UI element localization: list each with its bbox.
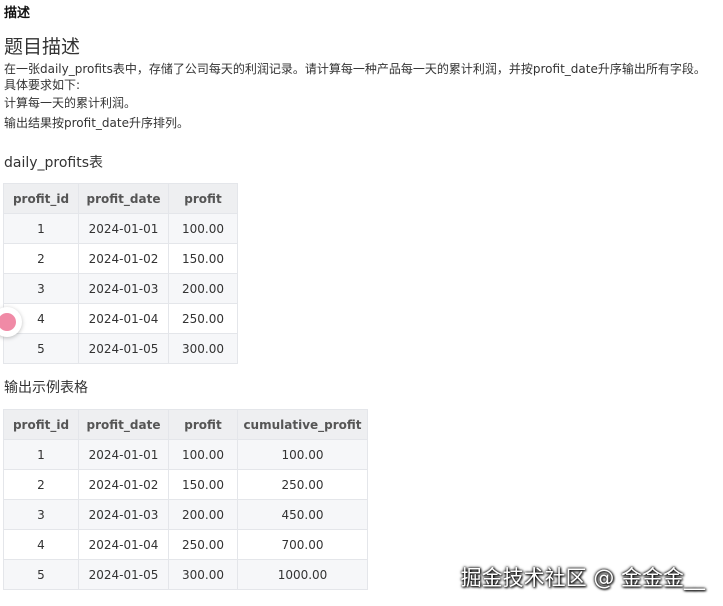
table-cell: 200.00: [168, 273, 238, 304]
input-table-title: daily_profits表: [4, 155, 104, 171]
table-row: 5 2024-01-05 300.00 1000.00: [3, 559, 368, 590]
table-cell: 700.00: [237, 529, 368, 560]
table-cell: 250.00: [168, 529, 238, 560]
table-cell: 2024-01-02: [78, 243, 169, 274]
table-cell: 100.00: [168, 439, 238, 470]
section-label: 描述: [4, 6, 31, 21]
table-header-row: profit_id profit_date profit cumulative_…: [3, 409, 368, 440]
input-table: profit_id profit_date profit 1 2024-01-0…: [3, 183, 238, 364]
table-cell: 150.00: [168, 243, 238, 274]
description-line: 在一张daily_profits表中，存储了公司每天的利润记录。请计算每一种产品…: [4, 62, 706, 76]
table-cell: 5: [3, 333, 79, 364]
table-cell: 1: [3, 439, 79, 470]
watermark-text: 掘金技术社区 @ 金金金__: [460, 566, 705, 590]
table-cell: 2024-01-03: [78, 273, 169, 304]
column-header: profit: [168, 409, 238, 440]
table-cell: 2024-01-05: [78, 559, 169, 590]
table-cell: 2024-01-02: [78, 469, 169, 500]
table-cell: 300.00: [168, 559, 238, 590]
table-cell: 100.00: [237, 439, 368, 470]
table-cell: 450.00: [237, 499, 368, 530]
table-cell: 250.00: [168, 303, 238, 334]
table-cell: 3: [3, 273, 79, 304]
table-cell: 2: [3, 469, 79, 500]
table-cell: 150.00: [168, 469, 238, 500]
table-cell: 200.00: [168, 499, 238, 530]
table-header-row: profit_id profit_date profit: [3, 183, 238, 214]
table-row: 4 2024-01-04 250.00 700.00: [3, 529, 368, 560]
table-row: 2 2024-01-02 150.00: [3, 243, 238, 274]
output-table: profit_id profit_date profit cumulative_…: [3, 409, 368, 590]
table-cell: 1: [3, 213, 79, 244]
table-cell: 100.00: [168, 213, 238, 244]
description-line: 输出结果按profit_date升序排列。: [4, 116, 189, 130]
description-line: 计算每一天的累计利润。: [4, 96, 137, 110]
table-cell: 250.00: [237, 469, 368, 500]
column-header: profit_id: [3, 409, 79, 440]
table-row: 1 2024-01-01 100.00: [3, 213, 238, 244]
table-cell: 4: [3, 529, 79, 560]
table-cell: 2024-01-04: [78, 529, 169, 560]
table-cell: 2024-01-01: [78, 439, 169, 470]
table-cell: 2024-01-04: [78, 303, 169, 334]
table-cell: 2: [3, 243, 79, 274]
table-row: 3 2024-01-03 200.00: [3, 273, 238, 304]
table-row: 2 2024-01-02 150.00 250.00: [3, 469, 368, 500]
table-cell: 1000.00: [237, 559, 368, 590]
column-header: profit: [168, 183, 238, 214]
problem-title: 题目描述: [4, 36, 81, 58]
description-line: 具体要求如下:: [4, 78, 81, 92]
table-row: 4 2024-01-04 250.00: [3, 303, 238, 334]
table-row: 1 2024-01-01 100.00 100.00: [3, 439, 368, 470]
table-cell: 2024-01-03: [78, 499, 169, 530]
table-cell: 3: [3, 499, 79, 530]
table-row: 5 2024-01-05 300.00: [3, 333, 238, 364]
badge-dot-icon: [0, 313, 16, 331]
table-cell: 5: [3, 559, 79, 590]
table-row: 3 2024-01-03 200.00 450.00: [3, 499, 368, 530]
table-cell: 300.00: [168, 333, 238, 364]
table-cell: 2024-01-05: [78, 333, 169, 364]
column-header: profit_date: [78, 183, 169, 214]
output-table-title: 输出示例表格: [4, 380, 88, 396]
column-header: cumulative_profit: [237, 409, 368, 440]
column-header: profit_date: [78, 409, 169, 440]
table-cell: 2024-01-01: [78, 213, 169, 244]
column-header: profit_id: [3, 183, 79, 214]
